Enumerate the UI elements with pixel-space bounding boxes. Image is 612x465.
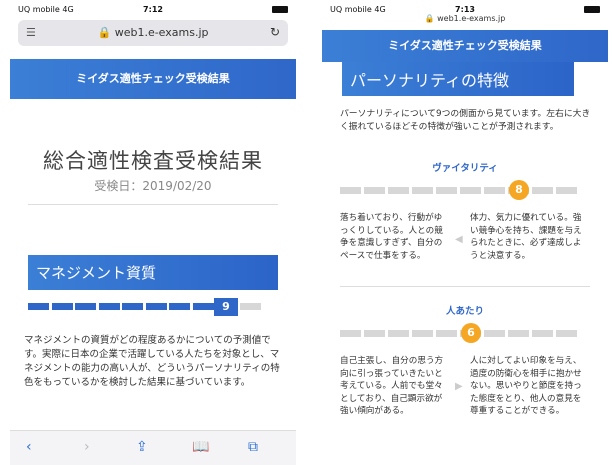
gauge-segment: [239, 303, 261, 310]
gauge-segment: [484, 187, 505, 194]
divider: [340, 286, 590, 287]
trait-right-text: 体力、気力に優れている。強い競争心を持ち、課題を与えられたときに、必ず達成しよう…: [470, 213, 582, 261]
gauge-segment: [340, 187, 361, 194]
gauge-segment: [460, 187, 481, 194]
gauge-segment: [51, 303, 73, 310]
trait-left-text: 落ち着いており、行動がゆっくりしている。人との競争を意識しすぎず、自分のペースで…: [340, 213, 443, 261]
gauge-segment: [28, 303, 49, 310]
url-text: web1.e-exams.jp: [114, 26, 209, 39]
address-bar[interactable]: ☰ 🔒 web1.e-exams.jp ↻: [18, 20, 288, 46]
exam-date: 受検日：2019/02/20: [94, 179, 212, 193]
gauge-segment: [340, 330, 361, 337]
gauge-segment: [532, 330, 553, 337]
phone-screen-right: UQ mobile 4G 7:13 🔒 web1.e-exams.jp ミイダス…: [322, 0, 608, 465]
forward-icon[interactable]: ›: [84, 439, 90, 455]
gauge-segment: [122, 303, 143, 310]
trait-left-text: 自己主張し、自分の思う方向に引っ張っていきたいと考えている。人前でも堂々としてお…: [340, 356, 444, 416]
gauge-segment: [364, 330, 385, 337]
status-bar: UQ mobile 4G 7:13: [322, 0, 608, 20]
gauge-segment: [532, 187, 553, 194]
trait-right-text: 人に対してよい印象を与え、過度の防衛心を相手に抱かせない。思いやりと節度を持った…: [470, 356, 582, 416]
trait-title: 人あたり: [445, 306, 484, 317]
gauge-segment: [364, 187, 385, 194]
share-icon[interactable]: ⇪: [136, 439, 148, 455]
gauge-segment: [98, 303, 120, 310]
gauge-segment: [388, 330, 409, 337]
site-banner: ミイダス適性チェック受検結果: [10, 59, 296, 99]
gauge-segment: [75, 303, 96, 310]
management-gauge: 9: [28, 298, 278, 316]
status-bar: UQ mobile 4G 7:12: [10, 0, 296, 20]
reload-icon[interactable]: ↻: [270, 25, 280, 39]
back-icon[interactable]: ‹: [26, 439, 32, 455]
browser-toolbar: ‹ › ⇪ 📖 ⧉: [10, 430, 296, 465]
section-heading: パーソナリティの特徴: [342, 62, 574, 96]
gauge-segment: [436, 187, 457, 194]
gauge-segment: [556, 187, 577, 194]
section-heading: マネジメント資質: [28, 255, 278, 290]
score-badge: 6: [461, 323, 481, 343]
gauge-segment: [484, 330, 505, 337]
trait-description: 自己主張し、自分の思う方向に引っ張っていきたいと考えている。人前でも堂々としてお…: [340, 355, 590, 417]
battery-icon: [272, 5, 288, 14]
battery-icon: [584, 5, 600, 14]
bookmarks-icon[interactable]: 📖: [192, 439, 209, 455]
gauge-segment: [508, 330, 529, 337]
left-arrow-icon: ◀: [455, 234, 463, 245]
gauge-segment: [556, 330, 577, 337]
intro-text: パーソナリティについて9つの側面から見ています。左右に大きく振れているほどその特…: [340, 109, 591, 132]
trait-gauge: 6: [340, 323, 590, 343]
gauge-segment: [436, 330, 457, 337]
page-title: 総合適性検査受検結果: [43, 149, 263, 173]
score-badge: 8: [509, 180, 529, 200]
site-banner: ミイダス適性チェック受検結果: [322, 30, 608, 62]
right-arrow-icon: ▶: [455, 381, 463, 392]
gauge-segment: [145, 303, 167, 310]
phone-screen-left: UQ mobile 4G 7:12 ☰ 🔒 web1.e-exams.jp ↻ …: [10, 0, 296, 465]
trait-title: ヴァイタリティ: [432, 163, 498, 174]
lock-icon: 🔒: [97, 26, 112, 39]
divider: [28, 204, 278, 205]
gauge-segment: [412, 330, 433, 337]
gauge-segment: [192, 303, 214, 310]
tabs-icon[interactable]: ⧉: [248, 439, 258, 455]
trait-gauge: 8: [340, 180, 590, 200]
clock: 7:13: [455, 5, 475, 14]
clock: 7:12: [143, 5, 163, 14]
score-badge: 9: [214, 298, 238, 316]
description-text: マネジメントの資質がどの程度あるかについての予測値です。実際に日本の企業で活躍し…: [24, 335, 280, 388]
trait-description: 落ち着いており、行動がゆっくりしている。人との競争を意識しすぎず、自分のペースで…: [340, 212, 590, 274]
gauge-segment: [388, 187, 409, 194]
gauge-segment: [412, 187, 433, 194]
gauge-segment: [169, 303, 190, 310]
